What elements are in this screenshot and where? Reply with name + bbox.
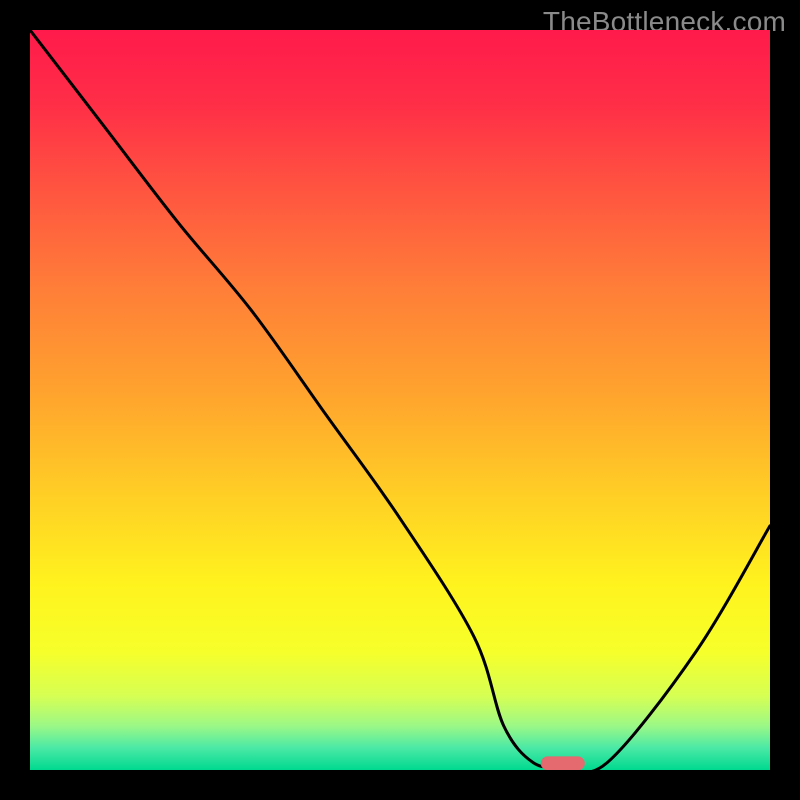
plot-area [30,30,770,770]
chart-frame: TheBottleneck.com [0,0,800,800]
marker-pill [541,756,585,770]
chart-svg [30,30,770,770]
gradient-background [30,30,770,770]
